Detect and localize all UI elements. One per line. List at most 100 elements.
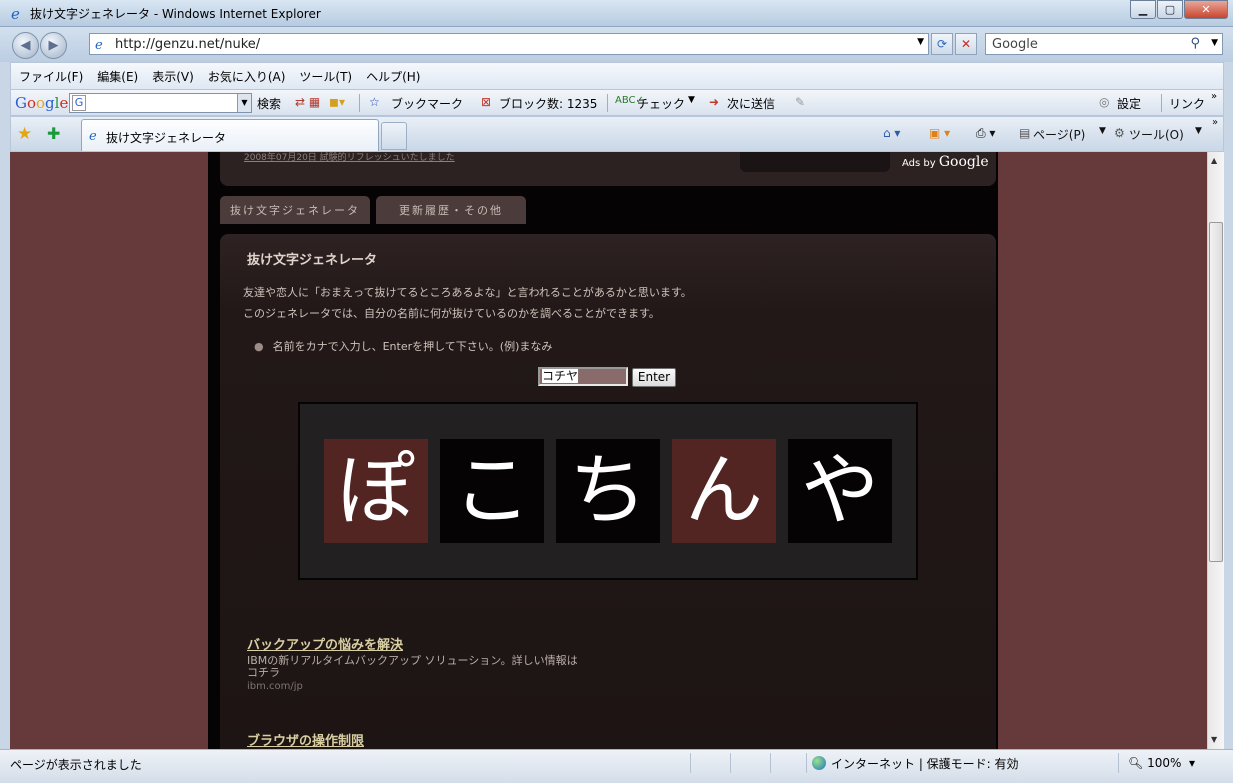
overflow-chevron-icon[interactable]: »	[1212, 117, 1218, 128]
search-placeholder: Google	[992, 37, 1038, 52]
star-icon: ☆	[369, 95, 380, 109]
zoom-level[interactable]: 🔍︎ 100% ▾	[1128, 756, 1195, 770]
maximize-icon[interactable]: ▢	[1157, 0, 1183, 19]
ad-title-link[interactable]: バックアップの悩みを解決	[247, 634, 582, 653]
google-g-icon: G	[72, 95, 86, 111]
result-char-tile: ん	[672, 439, 776, 543]
result-char-tile: ち	[556, 439, 660, 543]
ad-unit: ブラウザの操作制限	[247, 730, 364, 749]
vertical-scrollbar[interactable]: ▲ ▼	[1207, 152, 1224, 749]
ads-by-google[interactable]: Ads by Google	[902, 154, 989, 170]
url-text[interactable]: http://genzu.net/nuke/	[115, 37, 260, 52]
scroll-thumb[interactable]	[1209, 222, 1223, 562]
chevron-down-icon[interactable]: ▼	[1211, 38, 1218, 48]
page-icon: e	[95, 38, 103, 51]
tab-bar: ★ ✚ e 抜け文字ジェネレータ ⌂ ▾ ▣ ▾ ⎙ ▾ ▤ ページ(P) ▼ …	[10, 116, 1224, 152]
address-row: ◀ ▶ e http://genzu.net/nuke/ ▼ ⟳ ✕ Googl…	[0, 27, 1233, 62]
ad-title-link[interactable]: ブラウザの操作制限	[247, 730, 364, 749]
toolbar-highlight-icon[interactable]: ◼▾	[329, 95, 345, 109]
page-title: 抜け文字ジェネレータ	[247, 253, 378, 268]
chevron-down-icon[interactable]: ▼	[688, 95, 695, 105]
status-bar: ページが表示されました インターネット | 保護モード: 有効 🔍︎ 100% …	[0, 749, 1233, 783]
ad-unit: バックアップの悩みを解決 IBMの新リアルタイムバックアップ ソリューション。詳…	[247, 634, 582, 692]
google-toolbar: Google G ▼ 検索 ⇄ ▦ ◼▾ ☆ ブックマーク ⊠ ブロック数: 1…	[10, 89, 1224, 116]
print-icon[interactable]: ⎙ ▾	[976, 126, 995, 141]
news-link[interactable]: 2008年07月20日 試験的リフレッシュいたしました	[244, 152, 455, 163]
tab-label: 抜け文字ジェネレータ	[106, 131, 227, 145]
tab-active[interactable]: e 抜け文字ジェネレータ	[81, 119, 379, 151]
google-logo[interactable]: Google	[15, 94, 68, 112]
scroll-up-icon[interactable]: ▲	[1211, 156, 1217, 165]
ad-text: IBMの新リアルタイムバックアップ ソリューション。詳しい情報はコチラ	[247, 654, 578, 679]
check-button[interactable]: チェック	[637, 95, 685, 112]
address-bar[interactable]: e http://genzu.net/nuke/ ▼	[89, 33, 929, 55]
menu-bar: ファイル(F) 編集(E) 表示(V) お気に入り(A) ツール(T) ヘルプ(…	[10, 62, 1224, 89]
chevron-down-icon[interactable]: ▼	[1099, 126, 1106, 136]
svg-text:e: e	[11, 5, 20, 21]
home-icon[interactable]: ⌂ ▾	[883, 126, 900, 140]
back-icon[interactable]: ◀	[12, 32, 39, 59]
tab-history[interactable]: 更新履歴・その他	[376, 196, 526, 224]
forward-icon[interactable]: ▶	[40, 32, 67, 59]
result-char-tile: や	[788, 439, 892, 543]
menu-view[interactable]: 表示(V)	[152, 68, 194, 85]
bookmarks-button[interactable]: ブックマーク	[391, 95, 463, 112]
menu-edit[interactable]: 編集(E)	[97, 68, 138, 85]
pencil-icon[interactable]: ✎	[795, 95, 805, 109]
search-input[interactable]: Google ⚲ ▼	[985, 33, 1223, 55]
block-icon: ⊠	[481, 95, 492, 109]
stop-icon[interactable]: ✕	[955, 33, 977, 55]
toolbar-tools-icon[interactable]: ⇄ ▦	[295, 95, 320, 109]
ad-search-box[interactable]	[740, 152, 890, 172]
overflow-chevron-icon[interactable]: »	[1211, 91, 1217, 102]
google-search-input[interactable]: G ▼	[69, 93, 252, 113]
instruction: ● 名前をカナで入力し、Enterを押して下さい。(例)まなみ	[254, 340, 553, 353]
title-bar: e 抜け文字ジェネレータ - Windows Internet Explorer…	[0, 0, 1233, 27]
gear-icon: ⚙	[1114, 126, 1125, 140]
svg-text:e: e	[95, 38, 103, 51]
minimize-icon[interactable]: ▁	[1130, 0, 1156, 19]
new-tab-button[interactable]	[381, 122, 407, 150]
popup-blocked-count[interactable]: ブロック数: 1235	[499, 95, 597, 112]
svg-text:e: e	[89, 129, 97, 142]
feed-icon[interactable]: ▣ ▾	[929, 126, 950, 140]
tools-menu-button[interactable]: ツール(O)	[1129, 126, 1184, 143]
settings-button[interactable]: 設定	[1117, 95, 1141, 112]
google-search-button[interactable]: 検索	[257, 95, 281, 112]
description-line-2: このジェネレータでは、自分の名前に何が抜けているのかを調べることができます。	[243, 307, 660, 320]
result-char-tile: こ	[440, 439, 544, 543]
send-to-button[interactable]: 次に送信	[727, 95, 775, 112]
chevron-down-icon[interactable]: ▼	[237, 94, 251, 112]
links-button[interactable]: リンク	[1169, 95, 1205, 112]
chevron-down-icon[interactable]: ▼	[917, 37, 924, 47]
enter-button[interactable]: Enter	[632, 368, 676, 387]
menu-tools[interactable]: ツール(T)	[299, 68, 352, 85]
menu-favorites[interactable]: お気に入り(A)	[208, 68, 286, 85]
favorites-star-icon[interactable]: ★	[17, 124, 32, 144]
ie-logo-icon: e	[11, 5, 20, 21]
result-panel: ぽ こ ち ん や	[298, 402, 918, 580]
window-title: 抜け文字ジェネレータ - Windows Internet Explorer	[30, 7, 321, 21]
scroll-down-icon[interactable]: ▼	[1211, 735, 1217, 744]
page-menu-button[interactable]: ページ(P)	[1033, 126, 1085, 143]
ad-url[interactable]: ibm.com/jp	[247, 681, 582, 692]
description-line-1: 友達や恋人に「おまえって抜けてるところあるよな」と言われることがあるかと思います…	[243, 286, 692, 299]
search-icon[interactable]: ⚲	[1190, 36, 1200, 51]
globe-icon	[812, 756, 826, 770]
close-icon[interactable]: ✕	[1184, 0, 1228, 19]
chevron-down-icon[interactable]: ▼	[1195, 126, 1202, 136]
settings-icon: ◎	[1099, 95, 1110, 109]
header-box: 2008年07月20日 試験的リフレッシュいたしました Ads by Googl…	[220, 152, 996, 186]
tab-nuke-generator[interactable]: 抜け文字ジェネレータ	[220, 196, 370, 224]
result-char-tile: ぽ	[324, 439, 428, 543]
refresh-icon[interactable]: ⟳	[931, 33, 953, 55]
menu-help[interactable]: ヘルプ(H)	[366, 68, 420, 85]
menu-file[interactable]: ファイル(F)	[19, 68, 83, 85]
page-viewport: 2008年07月20日 試験的リフレッシュいたしました Ads by Googl…	[10, 152, 1207, 749]
add-favorite-icon[interactable]: ✚	[47, 124, 60, 143]
status-message: ページが表示されました	[10, 758, 142, 772]
name-input[interactable]: コチヤ	[538, 367, 628, 386]
send-icon: ➜	[709, 95, 720, 109]
security-zone[interactable]: インターネット | 保護モード: 有効	[812, 755, 1019, 772]
page-column: 2008年07月20日 試験的リフレッシュいたしました Ads by Googl…	[208, 152, 998, 749]
